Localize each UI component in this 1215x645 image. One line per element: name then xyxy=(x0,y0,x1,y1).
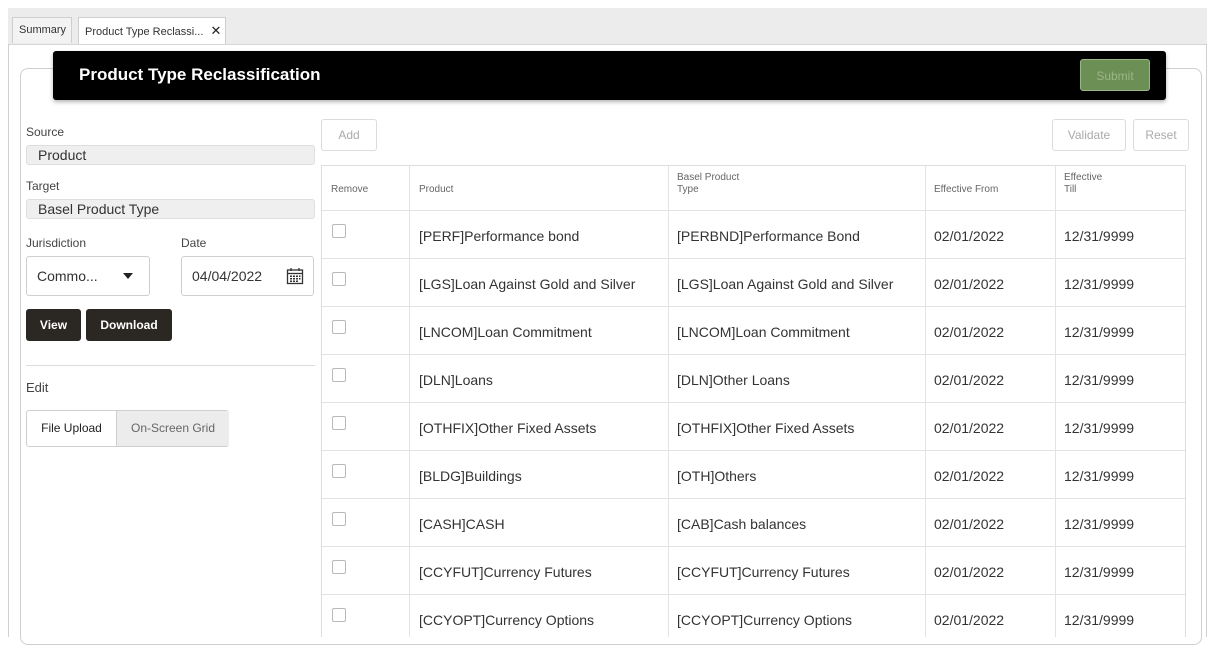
cell-basel: [LNCOM]Loan Commitment xyxy=(677,324,850,340)
edit-label: Edit xyxy=(26,380,49,395)
cell-till: 12/31/9999 xyxy=(1064,324,1135,340)
tab-bar: Summary Product Type Reclassi... ✕ xyxy=(8,8,1207,45)
cell-basel: [CCYOPT]Currency Options xyxy=(677,612,853,628)
cell-product: [CCYOPT]Currency Options xyxy=(419,612,595,628)
cell-till: 12/31/9999 xyxy=(1064,516,1135,532)
frame-right-border xyxy=(1206,44,1207,637)
validate-button[interactable]: Validate xyxy=(1052,119,1126,151)
column-header-remove: Remove xyxy=(331,184,369,195)
table-row: [OTHFIX]Other Fixed Assets [OTHFIX]Other … xyxy=(322,402,1185,450)
table-row: [CCYOPT]Currency Options [CCYOPT]Currency… xyxy=(322,594,1185,637)
remove-checkbox[interactable] xyxy=(332,368,346,382)
header-divider xyxy=(322,210,1185,211)
jurisdiction-value: Commo... xyxy=(37,268,98,284)
cell-till: 12/31/9999 xyxy=(1064,228,1135,244)
remove-checkbox[interactable] xyxy=(332,320,346,334)
caret-down-icon xyxy=(123,273,133,279)
remove-checkbox[interactable] xyxy=(332,416,346,430)
remove-checkbox[interactable] xyxy=(332,512,346,526)
remove-checkbox[interactable] xyxy=(332,272,346,286)
cell-from: 02/01/2022 xyxy=(934,468,1005,484)
cell-basel: [CAB]Cash balances xyxy=(677,516,807,532)
cell-from: 02/01/2022 xyxy=(934,324,1005,340)
cell-basel: [DLN]Other Loans xyxy=(677,372,790,388)
close-icon[interactable]: ✕ xyxy=(210,23,221,38)
cell-from: 02/01/2022 xyxy=(934,372,1005,388)
edit-mode-toggle: File Upload On-Screen Grid xyxy=(26,410,229,447)
date-value: 04/04/2022 xyxy=(192,268,263,284)
tab-summary[interactable]: Summary xyxy=(12,17,72,43)
remove-checkbox[interactable] xyxy=(332,464,346,478)
cell-from: 02/01/2022 xyxy=(934,612,1005,628)
column-header-effective-from: Effective From xyxy=(934,184,999,195)
column-header-basel-product-type: Basel Product Type xyxy=(677,172,740,195)
table-row: [LGS]Loan Against Gold and Silver [LGS]Lo… xyxy=(322,258,1185,306)
jurisdiction-select[interactable]: Commo... xyxy=(26,256,150,296)
jurisdiction-label: Jurisdiction xyxy=(26,236,87,250)
cell-till: 12/31/9999 xyxy=(1064,420,1135,436)
date-input[interactable]: 04/04/2022 xyxy=(181,256,314,296)
file-upload-option[interactable]: File Upload xyxy=(27,411,116,446)
cell-from: 02/01/2022 xyxy=(934,228,1005,244)
source-label: Source xyxy=(26,125,65,139)
calendar-icon[interactable] xyxy=(286,267,304,285)
cell-product: [LNCOM]Loan Commitment xyxy=(419,324,592,340)
cell-till: 12/31/9999 xyxy=(1064,612,1135,628)
reclassification-table: Remove Product Basel Product Type Effect… xyxy=(321,165,1186,637)
download-button[interactable]: Download xyxy=(86,309,172,341)
remove-checkbox[interactable] xyxy=(332,560,346,574)
target-label: Target xyxy=(26,179,60,193)
target-field: Basel Product Type xyxy=(26,199,315,219)
cell-till: 12/31/9999 xyxy=(1064,372,1135,388)
cell-till: 12/31/9999 xyxy=(1064,276,1135,292)
column-header-product: Product xyxy=(419,184,454,195)
table-row: [DLN]Loans [DLN]Other Loans 02/01/2022 12/3… xyxy=(322,354,1185,402)
remove-checkbox[interactable] xyxy=(332,224,346,238)
submit-button[interactable]: Submit xyxy=(1080,59,1150,91)
table-row: [CASH]CASH [CAB]Cash balances 02/01/2022 12… xyxy=(322,498,1185,546)
column-header-effective-till: Effective Till xyxy=(1064,172,1103,195)
cell-from: 02/01/2022 xyxy=(934,564,1005,580)
onscreen-grid-option[interactable]: On-Screen Grid xyxy=(116,411,229,446)
view-button[interactable]: View xyxy=(26,309,81,341)
source-field: Product xyxy=(26,145,315,165)
cell-basel: [PERBND]Performance Bond xyxy=(677,228,860,244)
cell-till: 12/31/9999 xyxy=(1064,468,1135,484)
add-button[interactable]: Add xyxy=(321,119,377,151)
cell-basel: [LGS]Loan Against Gold and Silver xyxy=(677,276,894,292)
cell-product: [OTHFIX]Other Fixed Assets xyxy=(419,420,597,436)
table-row: [BLDG]Buildings [OTH]Others 02/01/2022 12/3… xyxy=(322,450,1185,498)
tab-summary-label: Summary xyxy=(19,24,67,36)
tab-active-label: Product Type Reclassi... xyxy=(85,26,204,38)
divider xyxy=(26,365,315,366)
cell-basel: [OTHFIX]Other Fixed Assets xyxy=(677,420,855,436)
cell-product: [CASH]CASH xyxy=(419,516,505,532)
remove-checkbox[interactable] xyxy=(332,608,346,622)
table-row: [PERF]Performance bond [PERBND]Performanc… xyxy=(322,210,1185,258)
date-label: Date xyxy=(181,236,207,250)
cell-basel: [CCYFUT]Currency Futures xyxy=(677,564,850,580)
cell-product: [BLDG]Buildings xyxy=(419,468,522,484)
reset-button[interactable]: Reset xyxy=(1133,119,1189,151)
cell-from: 02/01/2022 xyxy=(934,516,1005,532)
cell-basel: [OTH]Others xyxy=(677,468,757,484)
page-header: Product Type Reclassification Submit xyxy=(53,51,1166,100)
cell-from: 02/01/2022 xyxy=(934,276,1005,292)
tab-product-type-reclassification[interactable]: Product Type Reclassi... ✕ xyxy=(78,17,226,44)
table-row: [CCYFUT]Currency Futures [CCYFUT]Currency… xyxy=(322,546,1185,594)
cell-product: [LGS]Loan Against Gold and Silver xyxy=(419,276,636,292)
cell-product: [PERF]Performance bond xyxy=(419,228,580,244)
cell-product: [DLN]Loans xyxy=(419,372,493,388)
frame-left-border xyxy=(8,44,9,637)
table-row: [LNCOM]Loan Commitment [LNCOM]Loan Commit… xyxy=(322,306,1185,354)
cell-till: 12/31/9999 xyxy=(1064,564,1135,580)
cell-product: [CCYFUT]Currency Futures xyxy=(419,564,592,580)
page-title: Product Type Reclassification xyxy=(79,65,321,84)
cell-from: 02/01/2022 xyxy=(934,420,1005,436)
